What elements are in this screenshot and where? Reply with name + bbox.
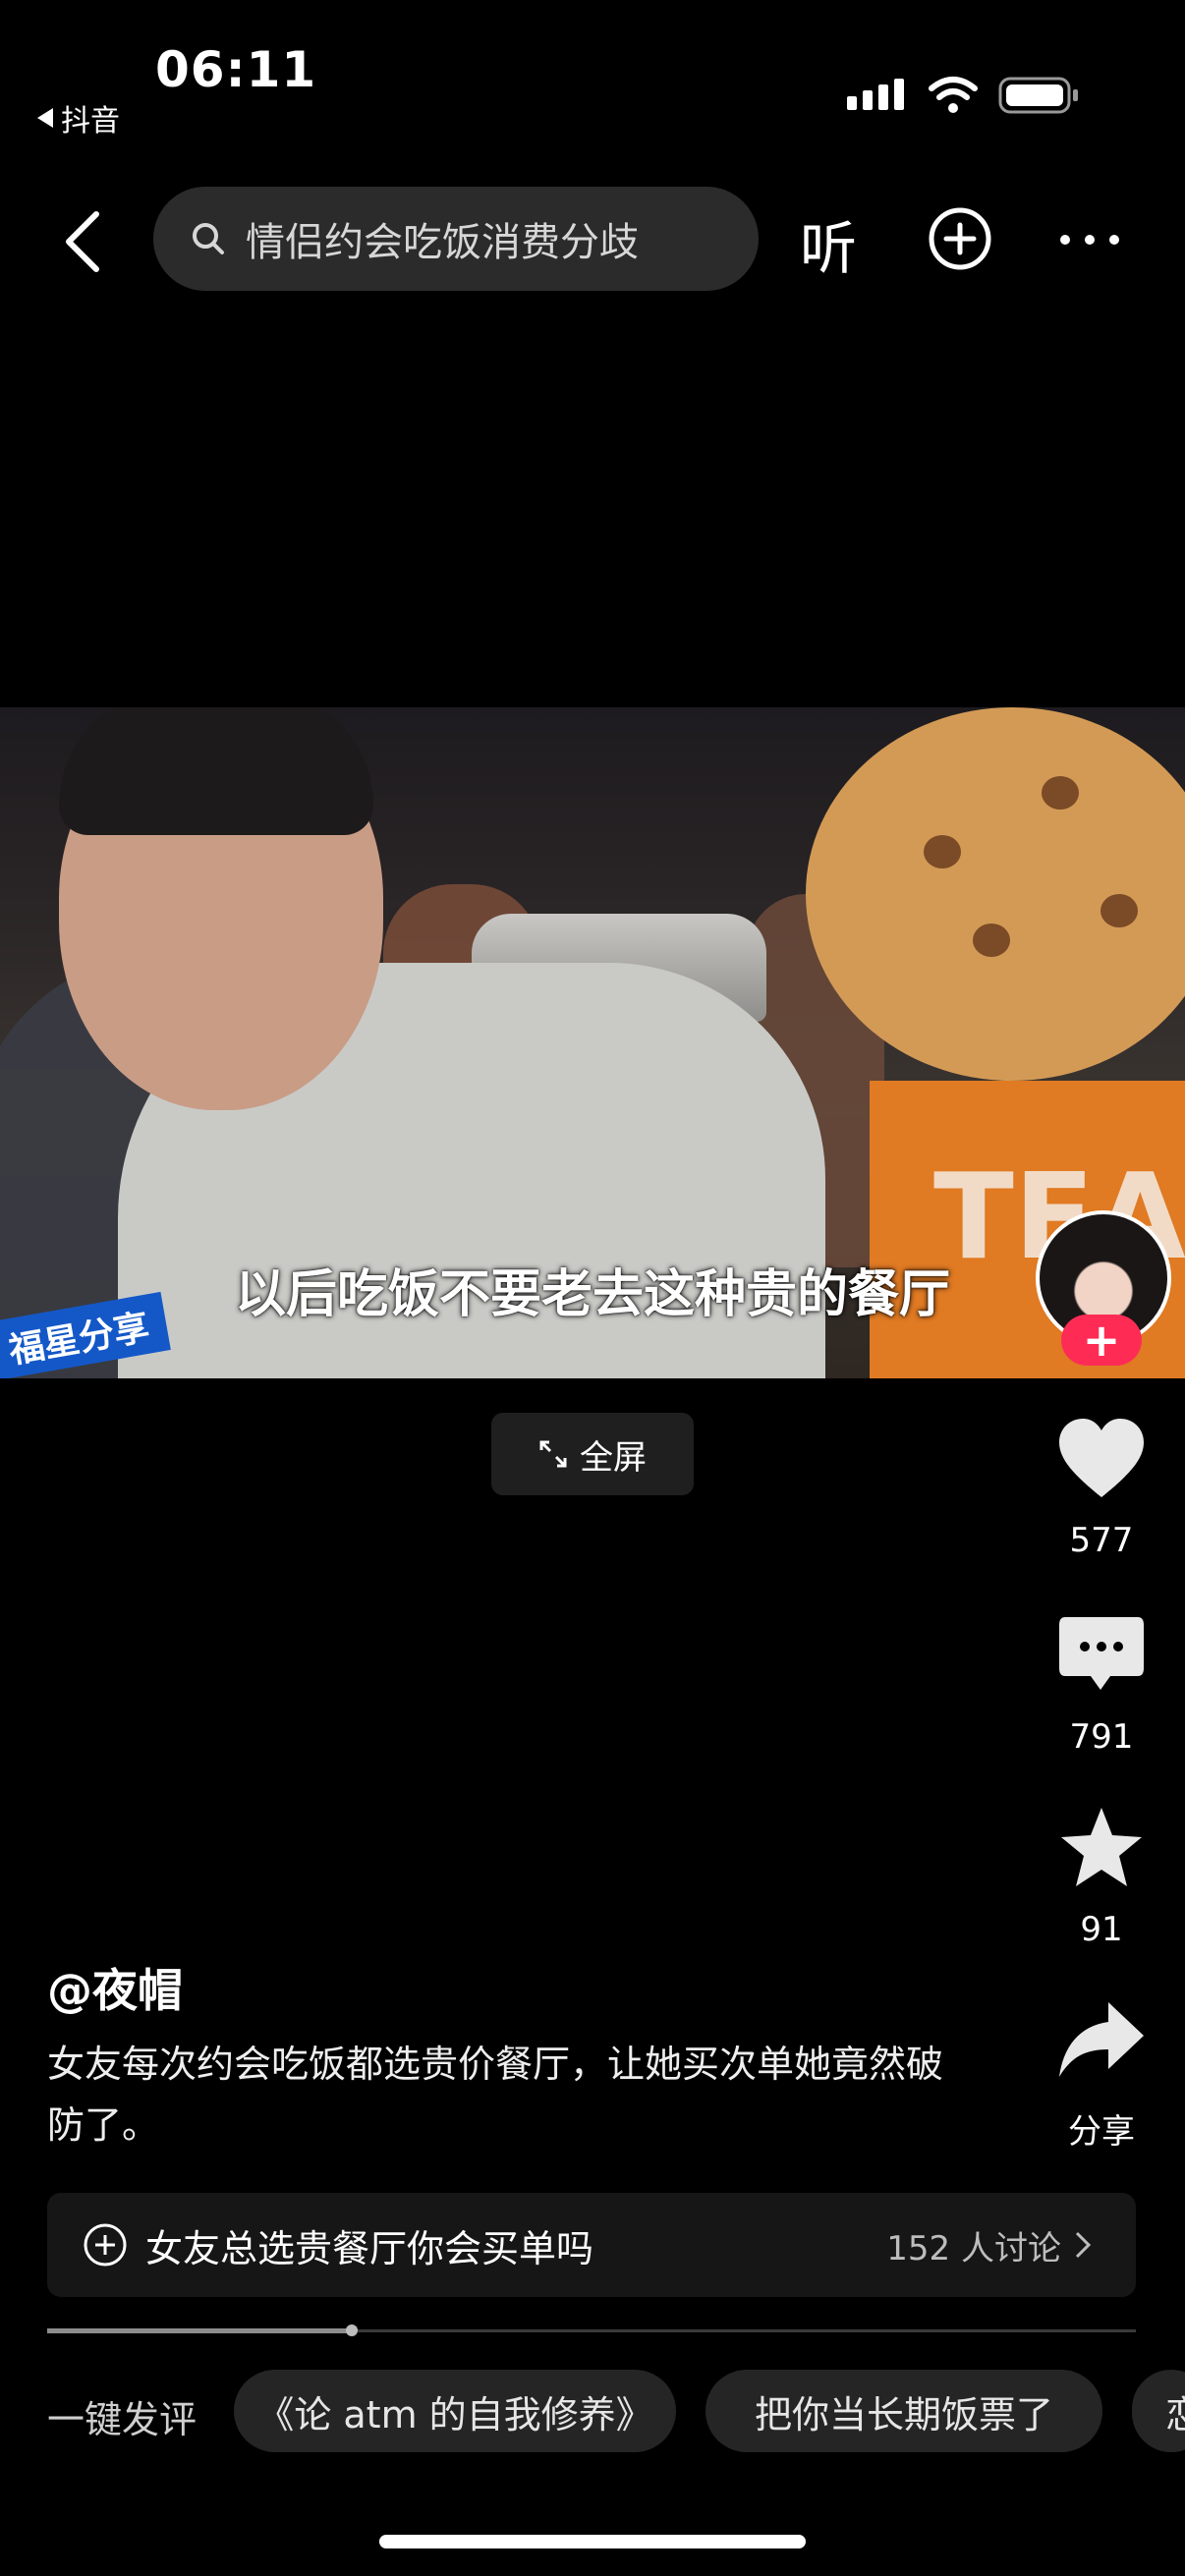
cellular-signal-icon (847, 79, 904, 110)
back-app-label: 抖音 (61, 104, 120, 139)
more-icon[interactable] (1057, 230, 1122, 250)
plus-icon: + (1082, 1314, 1121, 1367)
topic-title: 女友总选贵餐厅你会买单吗 (145, 2226, 594, 2270)
star-icon[interactable] (1055, 1804, 1148, 1892)
post-description: 女友每次约会吃饭都选贵价餐厅，让她买次单她竟然破防了。 (47, 2043, 944, 2147)
fullscreen-button[interactable]: 全屏 (491, 1413, 694, 1495)
topic-bar[interactable]: 女友总选贵餐厅你会买单吗 152 人讨论 (47, 2193, 1136, 2297)
search-bar[interactable]: 情侣约会吃饭消费分歧 (153, 187, 759, 291)
search-icon (193, 223, 224, 254)
listen-button[interactable]: 听 (800, 202, 857, 285)
video-player[interactable]: TEA 福星分享 以后吃饭不要老去这种贵的餐厅 (0, 707, 1185, 1378)
back-triangle-icon (37, 108, 53, 128)
add-circle-icon (84, 2223, 127, 2267)
topic-count: 152 人讨论 (886, 2228, 1061, 2268)
video-subtitle: 以后吃饭不要老去这种贵的餐厅 (234, 1265, 950, 1324)
quick-comment-chip[interactable]: 《论 atm 的自我修养》 (234, 2370, 676, 2452)
chevron-right-icon (1075, 2231, 1092, 2259)
person-hair (59, 707, 373, 835)
follow-button[interactable]: + (1061, 1314, 1142, 1367)
fullscreen-label: 全屏 (580, 1437, 647, 1478)
search-query: 情侣约会吃饭消费分歧 (246, 220, 639, 265)
back-icon[interactable] (59, 208, 108, 275)
favorite-count: 91 (1080, 1910, 1123, 1949)
progress-handle[interactable] (346, 2324, 358, 2336)
chocolate-chip (924, 835, 961, 868)
comment-icon[interactable] (1055, 1611, 1148, 1700)
quick-comment-label: 一键发评 (47, 2398, 198, 2441)
share-label: 分享 (1068, 2112, 1135, 2152)
quick-comment-chip[interactable]: 恋 (1132, 2370, 1185, 2452)
comment-count: 791 (1069, 1717, 1134, 1757)
share-icon[interactable] (1055, 1996, 1148, 2085)
add-circle-icon[interactable] (928, 206, 992, 271)
progress-fill (47, 2328, 352, 2333)
status-time: 06:11 (155, 41, 317, 98)
expand-icon (539, 1440, 567, 1468)
chocolate-chip (973, 924, 1010, 957)
wifi-icon (929, 77, 978, 113)
author-name[interactable]: @夜帽 (47, 1955, 183, 2020)
quick-comment-chip[interactable]: 把你当长期饭票了 (705, 2370, 1102, 2452)
battery-icon (998, 77, 1078, 114)
home-indicator[interactable] (379, 2535, 806, 2548)
back-to-app-button[interactable]: 抖音 (37, 96, 120, 140)
like-count: 577 (1069, 1521, 1134, 1560)
chocolate-chip (1042, 776, 1079, 810)
chocolate-chip (1100, 894, 1138, 927)
heart-icon[interactable] (1055, 1415, 1148, 1503)
